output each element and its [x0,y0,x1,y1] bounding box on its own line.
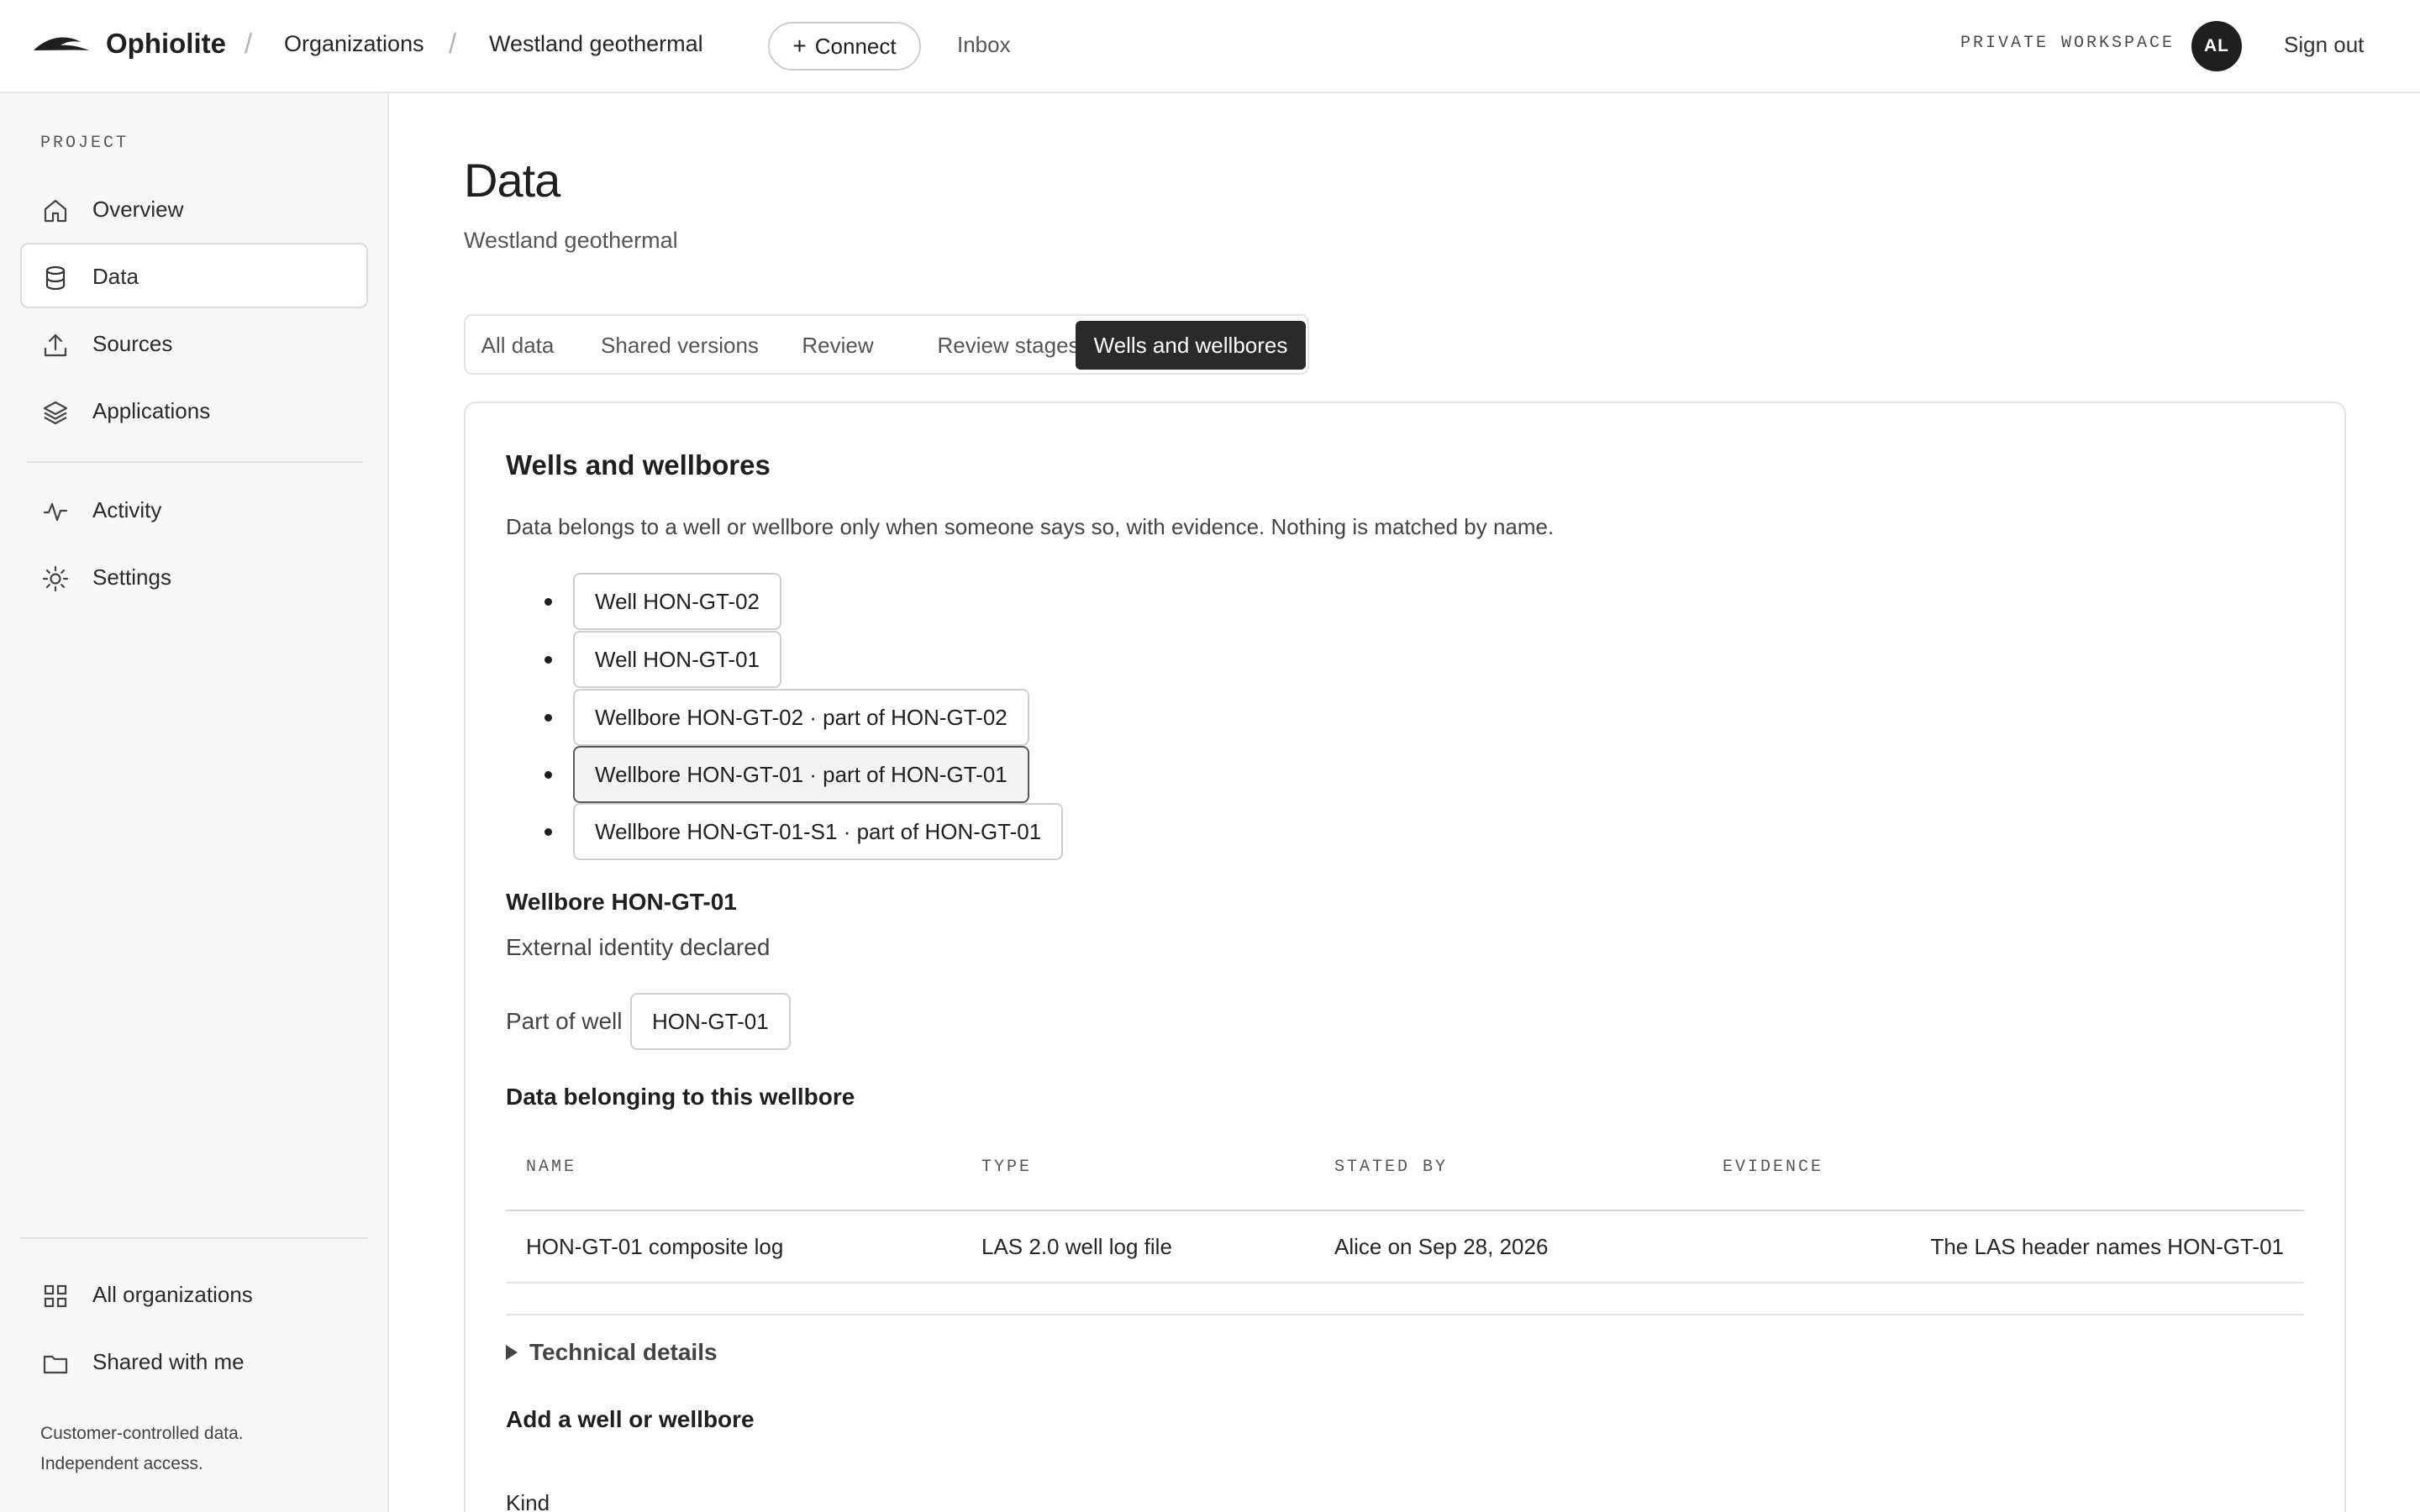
database-icon [42,265,69,291]
footer-line: Customer-controlled data. [40,1424,244,1443]
section-divider [506,1314,2304,1315]
column-header-stated-by: STATED BY [1334,1158,1449,1177]
kind-label: Kind [506,1490,550,1512]
upload-icon [42,332,69,359]
sidebar-item-data[interactable]: Data [20,243,368,308]
cell-evidence: The LAS header names HON-GT-01 [1930,1234,2284,1259]
avatar[interactable]: AL [2191,21,2242,71]
breadcrumb-separator: / [449,28,457,59]
bullet [544,771,552,779]
column-header-evidence: EVIDENCE [1723,1158,1824,1177]
inbox-link[interactable]: Inbox [957,30,1011,59]
sidebar-item-label: Settings [92,564,171,590]
workspace-label: PRIVATE WORKSPACE [1960,34,2175,53]
layers-icon [42,399,69,426]
plus-icon: + [792,33,807,59]
page-subtitle: Westland geothermal [464,228,678,253]
entity-chip[interactable]: Well HON-GT-01 [573,631,781,688]
sun-icon [42,565,69,592]
technical-details-label: Technical details [529,1339,718,1365]
tab-all-data[interactable]: All data [476,321,560,370]
entity-chip[interactable]: Well HON-GT-02 [573,573,781,630]
sidebar-item-label: All organizations [92,1282,253,1307]
connect-label: Connect [814,33,897,59]
card-description: Data belongs to a well or wellbore only … [506,514,1555,539]
sidebar-item-label: Overview [92,197,184,222]
belonging-title: Data belonging to this wellbore [506,1084,855,1110]
folder-icon [42,1350,69,1377]
activity-icon [42,498,69,525]
bullet [544,598,552,606]
sidebar-item-applications[interactable]: Applications [20,377,368,443]
entity-chip[interactable]: Wellbore HON-GT-01-S1 · part of HON-GT-0… [573,803,1064,860]
sidebar-item-label: Data [92,264,139,289]
sidebar-item-label: Shared with me [92,1349,245,1374]
ophiolite-logo-icon[interactable] [32,32,91,57]
bullet [544,656,552,664]
breadcrumb-project[interactable]: Westland geothermal [489,29,703,59]
sidebar-item-label: Applications [92,398,211,423]
sidebar-divider [27,461,363,463]
data-tabs: All data Shared versions Review Review s… [464,314,1309,375]
column-header-name: NAME [526,1158,577,1177]
identity-status: External identity declared [506,934,771,960]
part-of-well-chip[interactable]: HON-GT-01 [630,993,791,1050]
sidebar-item-all-organizations[interactable]: All organizations [20,1261,368,1326]
entity-chip[interactable]: Wellbore HON-GT-02 · part of HON-GT-02 [573,689,1029,746]
table-header-divider [506,1210,2304,1211]
home-icon [42,197,69,224]
cell-type: LAS 2.0 well log file [981,1234,1172,1259]
sidebar-item-overview[interactable]: Overview [20,176,368,241]
sign-out-link[interactable]: Sign out [2284,30,2364,59]
page-title: Data [464,154,560,207]
sidebar: PROJECT Overview Data Sources Applicatio… [0,93,389,1512]
sidebar-footer: Customer-controlled data. Independent ac… [40,1419,244,1479]
cell-name[interactable]: HON-GT-01 composite log [526,1231,783,1262]
table-row-divider [506,1282,2304,1284]
sidebar-item-settings[interactable]: Settings [20,543,368,609]
top-bar: Ophiolite / Organizations / Westland geo… [0,0,2420,93]
bullet [544,714,552,722]
sidebar-item-sources[interactable]: Sources [20,310,368,375]
detail-title: Wellbore HON-GT-01 [506,889,737,915]
entity-chip-selected[interactable]: Wellbore HON-GT-01 · part of HON-GT-01 [573,746,1029,803]
sidebar-section-label: PROJECT [40,134,129,153]
tab-wells-and-wellbores[interactable]: Wells and wellbores [1076,321,1306,370]
column-header-type: TYPE [981,1158,1033,1177]
brand-name[interactable]: Ophiolite [106,27,226,60]
tab-shared-versions[interactable]: Shared versions [592,321,768,370]
sidebar-item-label: Sources [92,331,173,356]
bullet [544,828,552,836]
breadcrumb-organizations[interactable]: Organizations [284,29,424,59]
wells-card: Wells and wellbores Data belongs to a we… [464,402,2346,1512]
card-title: Wells and wellbores [506,449,771,480]
footer-line: Independent access. [40,1454,203,1473]
part-of-label: Part of well [506,1008,623,1034]
tab-review[interactable]: Review [796,321,880,370]
grid-icon [42,1283,69,1310]
sidebar-item-shared-with-me[interactable]: Shared with me [20,1328,368,1394]
breadcrumb-separator: / [245,28,253,59]
sidebar-item-activity[interactable]: Activity [20,476,368,542]
cell-stated-by: Alice on Sep 28, 2026 [1334,1234,1549,1259]
sidebar-item-label: Activity [92,497,162,522]
technical-details-toggle[interactable]: Technical details [506,1337,718,1368]
sidebar-divider [20,1237,368,1239]
connect-button[interactable]: + Connect [768,22,921,71]
add-well-title: Add a well or wellbore [506,1406,755,1432]
caret-right-icon [506,1345,518,1360]
